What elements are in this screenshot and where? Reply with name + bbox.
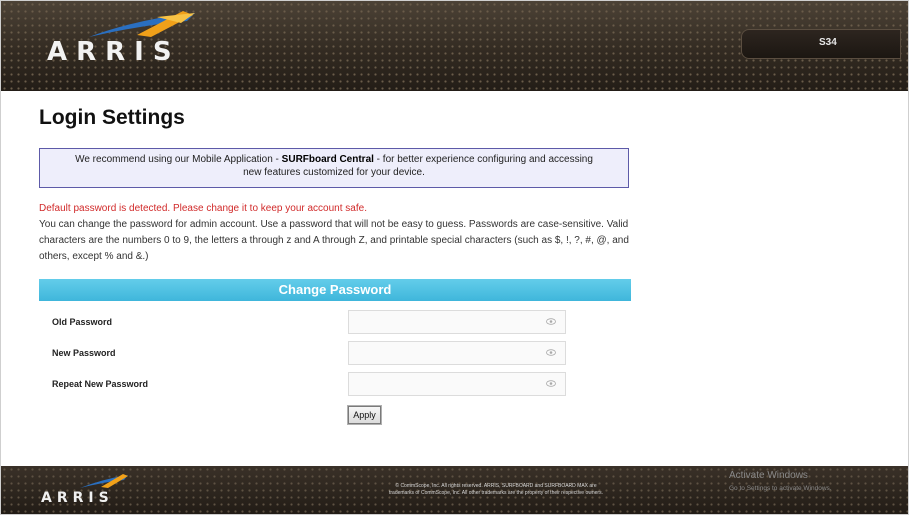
old-password-row: Old Password — [1, 310, 909, 336]
old-password-input[interactable] — [348, 310, 566, 334]
copyright-text: © CommScope, Inc. All rights reserved. A… — [346, 483, 646, 497]
footer-brand-name: ARRIS — [41, 490, 114, 506]
copyright-line-2: trademarks of CommScope, Inc. All other … — [389, 490, 603, 496]
activate-windows-subtitle: Go to Settings to activate Windows. — [729, 485, 832, 492]
notice-app-name: SURFboard Central — [281, 154, 374, 165]
footer-arris-logo[interactable]: ARRIS — [41, 474, 131, 510]
apply-button[interactable]: Apply — [348, 406, 381, 424]
show-password-eye-icon[interactable] — [546, 318, 556, 325]
model-badge: S34 — [741, 29, 901, 59]
brand-name: ARRIS — [47, 37, 181, 67]
new-password-input[interactable] — [348, 341, 566, 365]
notice-suffix: - for better experience configuring and … — [373, 154, 593, 165]
footer-bar: ARRIS © CommScope, Inc. All rights reser… — [1, 466, 908, 514]
change-password-header: Change Password — [39, 279, 631, 301]
arris-logo[interactable]: ARRIS — [47, 11, 197, 67]
notice-line2: new features customized for your device. — [243, 167, 425, 178]
notice-prefix: We recommend using our Mobile Applicatio… — [75, 154, 282, 165]
arris-swoosh-icon — [80, 474, 128, 488]
mobile-app-notice: We recommend using our Mobile Applicatio… — [39, 148, 629, 188]
browser-page: ARRIS S34 Login Settings We recommend us… — [0, 0, 909, 515]
new-password-row: New Password — [1, 341, 909, 367]
copyright-line-1: © CommScope, Inc. All rights reserved. A… — [395, 483, 597, 489]
new-password-label: New Password — [52, 348, 116, 358]
repeat-password-label: Repeat New Password — [52, 379, 149, 389]
show-password-eye-icon[interactable] — [546, 349, 556, 356]
default-password-warning: Default password is detected. Please cha… — [39, 203, 367, 214]
page-title: Login Settings — [39, 106, 185, 129]
header-bar: ARRIS S34 — [1, 1, 908, 91]
password-description: You can change the password for admin ac… — [39, 219, 629, 262]
old-password-label: Old Password — [52, 317, 113, 327]
activate-windows-title: Activate Windows — [729, 470, 808, 481]
repeat-password-input[interactable] — [348, 372, 566, 396]
repeat-password-row: Repeat New Password — [1, 372, 909, 398]
show-password-eye-icon[interactable] — [546, 380, 556, 387]
main-content: Login Settings We recommend using our Mo… — [39, 106, 639, 262]
model-label: S34 — [819, 37, 837, 48]
